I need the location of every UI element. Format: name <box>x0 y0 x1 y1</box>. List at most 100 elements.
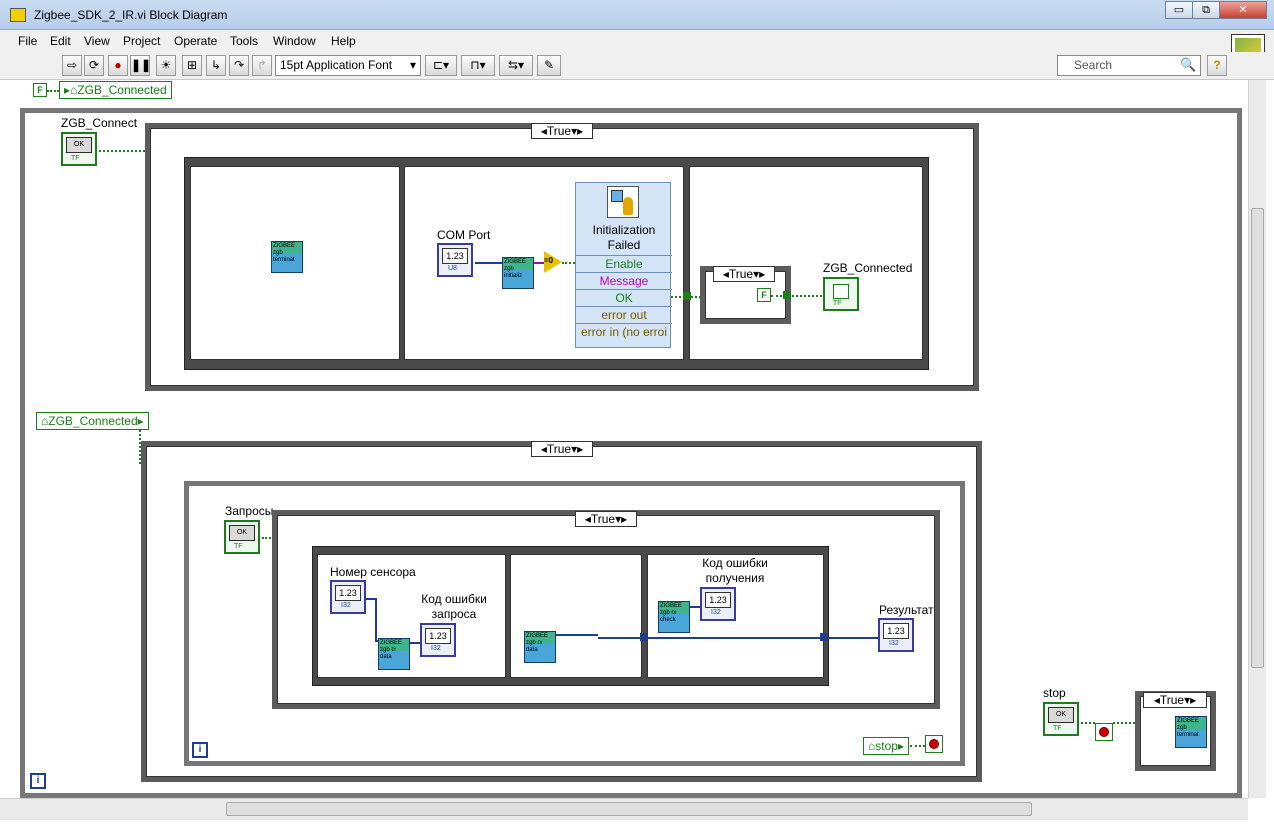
run-continuously-icon[interactable]: ⟳ <box>84 55 104 76</box>
zgb-initialize-subvi[interactable]: ZIGBEE zgb initializ <box>502 257 534 289</box>
wire <box>556 634 598 636</box>
zgb-connect-label: ZGB_Connect <box>61 116 138 130</box>
zgb-connected-indicator[interactable]: TF <box>823 277 859 311</box>
sequence-tunnel <box>820 633 828 641</box>
menu-view[interactable]: View <box>84 34 110 48</box>
wire <box>410 642 420 644</box>
zgb-rx-check-subvi[interactable]: ZIGBEE zgb rx check <box>658 601 690 633</box>
retain-wire-values-icon[interactable]: ⊞ <box>182 55 202 76</box>
zgb-connected-local-var-top[interactable]: ▸⌂ZGB_Connected <box>59 81 172 99</box>
wire <box>690 606 700 608</box>
vertical-scrollbar[interactable] <box>1248 80 1266 798</box>
wire <box>562 262 575 264</box>
horizontal-scrollbar[interactable] <box>0 798 1248 820</box>
menu-bar: File Edit View Project Operate Tools Win… <box>0 30 1274 52</box>
dialog-message-terminal[interactable]: Message <box>576 272 672 289</box>
highlight-execution-icon[interactable]: ☀ <box>156 55 176 76</box>
numeric-display: 1.23 <box>883 623 909 639</box>
reorder-icon[interactable]: ⇆▾ <box>499 55 533 76</box>
stop-local-variable[interactable]: ⌂stop▸ <box>863 737 909 755</box>
type-i32-label: I32 <box>341 602 351 609</box>
dialog-enable-terminal[interactable]: Enable <box>576 255 672 272</box>
step-out-icon[interactable]: ↱ <box>252 55 272 76</box>
numeric-display: 1.23 <box>335 585 361 601</box>
initialization-failed-dialog-vi[interactable]: Initialization Failed Enable Message OK … <box>575 182 672 348</box>
tf-label: TF <box>71 155 80 162</box>
zgb-terminate-subvi[interactable]: ZIGBEE zgb terminat <box>271 241 303 273</box>
restore-button[interactable]: ⧉ <box>1192 1 1220 19</box>
search-icon[interactable]: 🔍 <box>1180 57 1196 73</box>
ok-label: OK <box>66 137 92 153</box>
help-icon[interactable]: ? <box>1207 55 1227 76</box>
com-port-control[interactable]: 1.23 U8 <box>437 243 473 277</box>
zgb-tx-data-subvi[interactable]: ZIGBEE zgb tx data <box>378 638 410 670</box>
receive-error-indicator[interactable]: 1.23 I32 <box>700 587 736 621</box>
menu-tools[interactable]: Tools <box>230 34 258 48</box>
step-over-icon[interactable]: ↷ <box>229 55 249 76</box>
menu-operate[interactable]: Operate <box>174 34 217 48</box>
result-label: Результат <box>879 603 934 617</box>
dialog-ok-terminal[interactable]: OK <box>576 289 672 306</box>
minimize-button[interactable]: ▭ <box>1165 1 1193 19</box>
font-select[interactable]: 15pt Application Font ▾ <box>275 55 421 76</box>
stop-button-control[interactable]: OK TF <box>1043 702 1079 736</box>
bottom-case-selector[interactable]: ◂True▾▸ <box>531 441 593 457</box>
wire <box>771 295 826 297</box>
tf-label: TF <box>833 300 842 307</box>
sequence-tunnel <box>683 292 691 300</box>
vertical-scroll-thumb[interactable] <box>1251 208 1264 668</box>
ok-label: OK <box>1048 707 1074 723</box>
abort-icon[interactable]: ● <box>108 55 128 76</box>
sensor-number-label: Номер сенсора <box>330 565 416 579</box>
zaprosy-button-control[interactable]: OK TF <box>224 520 260 554</box>
error-wire <box>534 262 544 264</box>
stop-case-selector[interactable]: ◂True▾▸ <box>1143 692 1207 708</box>
window-title: Zigbee_SDK_2_IR.vi Block Diagram <box>34 8 228 22</box>
wire <box>1081 722 1095 724</box>
zaprosy-label: Запросы <box>225 504 274 518</box>
block-diagram-canvas[interactable]: F ▸⌂ZGB_Connected ZGB_Connect OK TF ◂Tru… <box>0 80 1248 798</box>
type-i32-label: I32 <box>431 645 441 652</box>
zaprosy-case-selector[interactable]: ◂True▾▸ <box>575 511 637 527</box>
zgb-connected-local-var-mid[interactable]: ⌂ZGB_Connected▸ <box>36 412 149 430</box>
wire <box>375 598 377 641</box>
toolbar: ⇨ ⟳ ● ❚❚ ☀ ⊞ ↳ ↷ ↱ 15pt Application Font… <box>0 52 1274 80</box>
close-button[interactable]: ✕ <box>1219 1 1267 19</box>
step-into-icon[interactable]: ↳ <box>206 55 226 76</box>
wire <box>1113 722 1135 724</box>
run-arrow-icon[interactable]: ⇨ <box>62 55 82 76</box>
align-objects-icon[interactable]: ⊏▾ <box>425 55 457 76</box>
type-i32-label: I32 <box>711 609 721 616</box>
horizontal-scroll-thumb[interactable] <box>226 802 1032 816</box>
request-error-indicator[interactable]: 1.23 I32 <box>420 623 456 657</box>
dialog-error-out-terminal[interactable]: error out <box>576 306 672 323</box>
dialog-title: Initialization Failed <box>592 223 656 252</box>
pause-icon[interactable]: ❚❚ <box>130 55 151 76</box>
zgb-connect-button-control[interactable]: OK TF <box>61 132 97 166</box>
chevron-down-icon: ▾ <box>409 58 416 72</box>
menu-file[interactable]: File <box>18 34 37 48</box>
ok-label: OK <box>229 525 255 541</box>
inner-case-selector[interactable]: ◂True▾▸ <box>713 266 775 282</box>
stop-terminal-outer[interactable] <box>1095 723 1113 741</box>
result-indicator[interactable]: 1.23 I32 <box>878 618 914 652</box>
false-constant[interactable]: F <box>33 83 47 97</box>
menu-help[interactable]: Help <box>331 34 356 48</box>
stop-terminal-inner[interactable] <box>925 735 943 753</box>
zgb-rx-data-subvi[interactable]: ZIGBEE zgb rx data <box>524 631 556 663</box>
menu-project[interactable]: Project <box>123 34 160 48</box>
zgb-terminate-subvi-2[interactable]: ZIGBEE zgb terminat <box>1175 716 1207 748</box>
menu-window[interactable]: Window <box>273 34 316 48</box>
distribute-objects-icon[interactable]: ⊓▾ <box>461 55 495 76</box>
false-constant[interactable]: F <box>757 288 771 302</box>
sensor-number-control[interactable]: 1.23 I32 <box>330 580 366 614</box>
numeric-display: 1.23 <box>442 248 468 264</box>
dialog-error-in-terminal[interactable]: error in (no erroi <box>576 323 672 340</box>
clean-up-diagram-icon[interactable]: ✎ <box>537 55 561 76</box>
wire <box>99 150 145 152</box>
top-case-selector[interactable]: ◂True▾▸ <box>531 123 593 139</box>
menu-edit[interactable]: Edit <box>50 34 71 48</box>
tf-label: TF <box>1053 725 1062 732</box>
iteration-terminal-outer: i <box>30 773 46 789</box>
title-bar: Zigbee_SDK_2_IR.vi Block Diagram ▭ ⧉ ✕ <box>0 0 1274 30</box>
